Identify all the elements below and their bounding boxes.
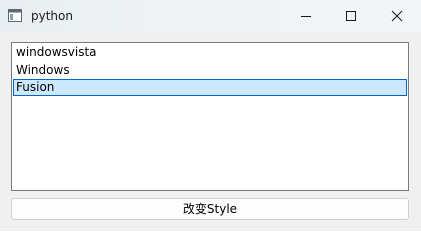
style-list[interactable]: windowsvista Windows Fusion — [11, 42, 409, 191]
window-title: python — [31, 9, 73, 23]
minimize-button[interactable] — [283, 0, 329, 32]
app-window-icon — [8, 9, 22, 22]
list-item-selected[interactable]: Fusion — [13, 79, 407, 96]
close-icon — [391, 10, 403, 22]
list-item[interactable]: Windows — [13, 62, 407, 79]
minimize-icon — [301, 16, 311, 17]
close-button[interactable] — [374, 0, 420, 32]
change-style-button[interactable]: 改变Style — [11, 198, 409, 220]
list-item[interactable]: windowsvista — [13, 44, 407, 61]
maximize-button[interactable] — [328, 0, 374, 32]
maximize-icon — [346, 11, 356, 21]
main-window: python windowsvista Windows Fusion 改变Sty… — [0, 0, 421, 231]
title-bar[interactable]: python — [0, 0, 421, 32]
